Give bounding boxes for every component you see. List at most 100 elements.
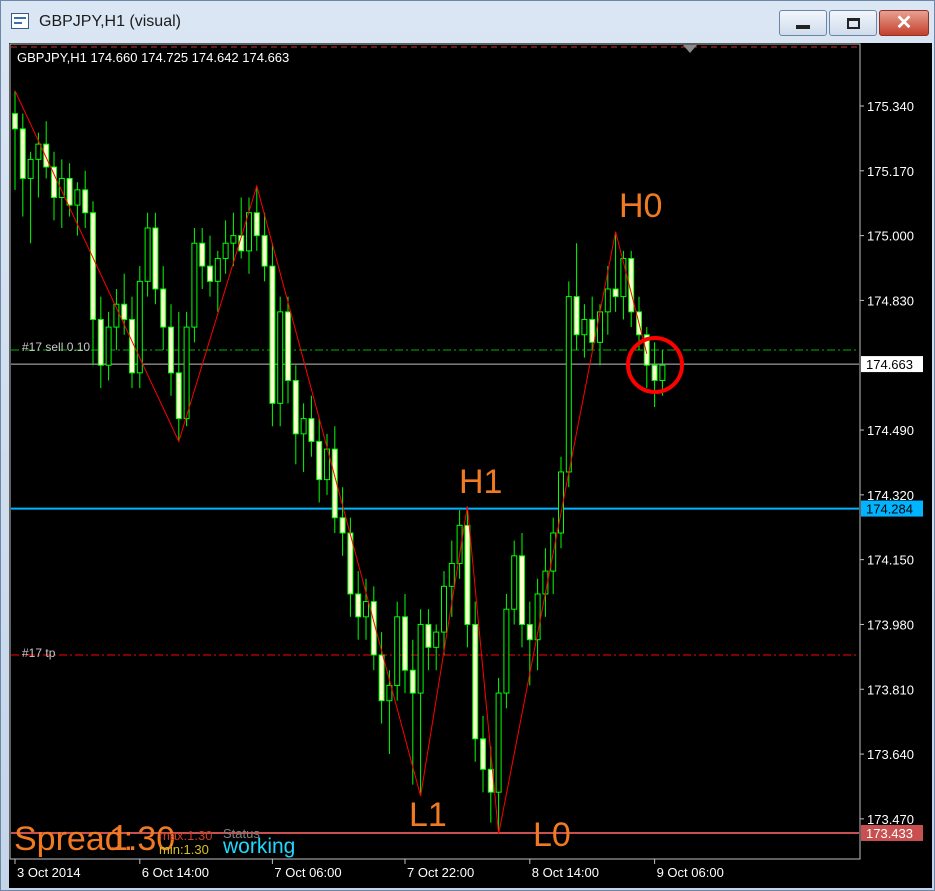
price-axis-label: 173.810	[867, 682, 914, 697]
candle-body	[503, 608, 510, 694]
candle-body	[495, 692, 502, 793]
candle-body	[425, 623, 432, 648]
candle-body	[144, 227, 151, 282]
chart-header: GBPJPY,H1 174.660 174.725 174.642 174.66…	[17, 50, 289, 65]
candle-body	[160, 288, 167, 328]
candle-body	[339, 517, 346, 534]
maximize-button[interactable]	[829, 10, 877, 36]
price-axis-label: 174.663	[866, 357, 913, 372]
candle-body	[402, 616, 408, 671]
candle-body	[285, 311, 291, 381]
time-axis-label: 9 Oct 06:00	[657, 865, 724, 880]
candle-body	[90, 212, 96, 320]
candle-body	[27, 158, 34, 179]
candle-body	[253, 212, 260, 237]
zigzag-label-h1: H1	[459, 463, 502, 501]
terminal-window: GBPJPY,H1 (visual) ✕ GBPJPY,H1 174.660 1…	[0, 0, 935, 891]
chart-shift-marker[interactable]	[683, 45, 697, 53]
candle-body	[441, 585, 447, 633]
candle-body	[199, 242, 206, 267]
candle-body	[308, 418, 315, 442]
spread-max: max:1.30	[159, 828, 212, 843]
plot-frame	[9, 43, 861, 860]
window-title: GBPJPY,H1 (visual)	[39, 13, 181, 30]
chart-area[interactable]: GBPJPY,H1 174.660 174.725 174.642 174.66…	[9, 43, 932, 888]
price-axis-label: 173.980	[867, 617, 914, 632]
tp-line-label: #17 tp	[22, 646, 56, 660]
candle-body	[183, 326, 190, 420]
candle-body	[121, 303, 128, 320]
candle-body	[659, 364, 666, 381]
candle-body	[565, 296, 572, 473]
candle-body	[300, 418, 307, 435]
price-axis-label: 173.470	[867, 812, 914, 827]
candle-body	[222, 242, 229, 259]
chart-window-icon	[11, 13, 29, 29]
candle-body	[417, 623, 424, 694]
price-axis-label: 175.340	[867, 99, 914, 114]
close-icon: ✕	[895, 12, 913, 34]
zigzag-label-h0: H0	[619, 187, 662, 225]
candle-body	[464, 524, 471, 625]
candle-body	[269, 265, 276, 404]
price-axis-label: 173.433	[866, 826, 913, 841]
close-button[interactable]: ✕	[879, 10, 929, 36]
candle-body	[168, 326, 174, 374]
order-line-label: #17 sell 0.10	[22, 340, 90, 354]
candle-body	[74, 189, 81, 206]
time-axis[interactable]: 3 Oct 2014 6 Oct 14:00 7 Oct 06:00 7 Oct 22…	[14, 859, 724, 880]
candle-body	[316, 440, 323, 481]
price-chart[interactable]: GBPJPY,H1 174.660 174.725 174.642 174.66…	[9, 43, 932, 888]
price-axis-label: 174.284	[866, 502, 913, 517]
candle-body	[597, 311, 603, 343]
candle-body	[612, 288, 619, 298]
time-axis-label: 8 Oct 14:00	[532, 865, 599, 880]
title-bar[interactable]: GBPJPY,H1 (visual) ✕	[1, 1, 934, 41]
candle-body	[66, 177, 73, 206]
time-axis-label: 3 Oct 2014	[17, 865, 81, 880]
candle-body	[35, 143, 42, 160]
candle-body	[526, 623, 533, 641]
zigzag-line	[14, 90, 648, 835]
candle-body	[472, 623, 479, 740]
candle-body	[433, 631, 440, 648]
candle-body	[191, 242, 198, 328]
candle-body	[355, 593, 362, 618]
candle-body	[43, 143, 50, 168]
status-value: working	[222, 835, 295, 858]
candle-body	[363, 601, 369, 618]
candle-body	[480, 738, 486, 770]
candle-body	[604, 288, 611, 313]
candle-body	[394, 616, 401, 686]
candle-body	[12, 113, 18, 130]
candle-body	[82, 189, 89, 214]
candle-body	[448, 562, 455, 587]
time-axis-label: 7 Oct 06:00	[274, 865, 341, 880]
price-axis-label: 173.640	[867, 747, 914, 762]
candle-body	[378, 654, 385, 702]
candle-body	[292, 379, 299, 435]
candle-body	[651, 364, 658, 381]
price-axis[interactable]: 175.340 175.170 175.000 174.830 174.663 174.4…	[860, 99, 923, 841]
candle-body	[589, 318, 596, 343]
price-axis-label: 174.490	[867, 423, 914, 438]
time-axis-label: 6 Oct 14:00	[142, 865, 209, 880]
candle-body	[207, 265, 213, 282]
candle-body	[230, 235, 237, 244]
price-axis-label: 174.150	[867, 553, 914, 568]
minimize-button[interactable]	[779, 10, 827, 36]
minimize-icon	[796, 25, 810, 29]
candle-body	[261, 235, 268, 267]
candle-body	[152, 227, 159, 290]
spread-min: min:1.30	[159, 842, 209, 857]
zigzag-label-l1: L1	[409, 796, 447, 834]
candle-body	[519, 555, 525, 625]
candle-body	[511, 555, 518, 610]
candle-body	[277, 311, 284, 404]
candle-body	[105, 326, 112, 366]
maximize-icon	[846, 17, 860, 29]
candle-body	[175, 372, 182, 420]
zigzag-label-l0: L0	[533, 816, 571, 854]
candle-body	[409, 669, 416, 694]
candle-body	[97, 318, 104, 366]
